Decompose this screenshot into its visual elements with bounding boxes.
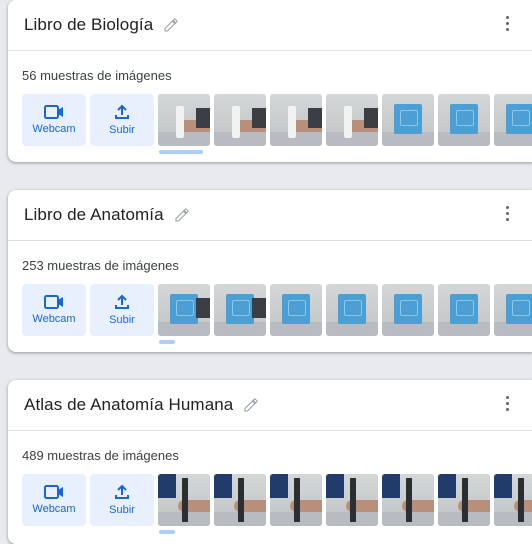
sample-thumbnail[interactable]	[326, 94, 378, 146]
sample-thumbnail[interactable]	[270, 474, 322, 526]
videocam-icon	[44, 295, 63, 309]
class-name[interactable]: Libro de Biología	[24, 15, 153, 35]
upload-icon	[115, 104, 129, 119]
thumbnail-strip	[158, 474, 532, 526]
sample-thumbnail[interactable]	[158, 94, 210, 146]
sample-thumbnail[interactable]	[494, 474, 532, 526]
sample-count: 56 muestras de imágenes	[22, 68, 172, 83]
pencil-icon[interactable]	[243, 397, 259, 413]
class-card-1: Libro de Biología 56 muestras de imágene…	[8, 0, 532, 162]
more-vert-icon[interactable]	[506, 396, 510, 414]
card-header: Libro de Anatomía	[8, 190, 532, 241]
sample-thumbnail[interactable]	[270, 284, 322, 336]
sample-thumbnail[interactable]	[382, 474, 434, 526]
horizontal-scrollbar[interactable]	[159, 530, 175, 534]
sample-thumbnail[interactable]	[494, 284, 532, 336]
webcam-label: Webcam	[32, 123, 76, 135]
thumbnail-strip	[158, 94, 532, 146]
sample-thumbnail[interactable]	[214, 94, 266, 146]
sample-thumbnail[interactable]	[438, 284, 490, 336]
horizontal-scrollbar[interactable]	[159, 150, 203, 154]
class-card-2: Libro de Anatomía 253 muestras de imágen…	[8, 190, 532, 352]
upload-button[interactable]: Subir	[90, 284, 154, 336]
sample-thumbnail[interactable]	[494, 94, 532, 146]
sample-thumbnail[interactable]	[382, 284, 434, 336]
class-name[interactable]: Atlas de Anatomía Humana	[24, 395, 233, 415]
pencil-icon[interactable]	[174, 207, 190, 223]
sample-thumbnail[interactable]	[214, 474, 266, 526]
card-header: Libro de Biología	[8, 0, 532, 51]
upload-label: Subir	[109, 314, 135, 326]
videocam-icon	[44, 485, 63, 499]
class-name[interactable]: Libro de Anatomía	[24, 205, 164, 225]
webcam-button[interactable]: Webcam	[22, 284, 86, 336]
sample-count: 253 muestras de imágenes	[22, 258, 179, 273]
videocam-icon	[44, 105, 63, 119]
more-vert-icon[interactable]	[506, 16, 510, 34]
sample-thumbnail[interactable]	[438, 94, 490, 146]
upload-label: Subir	[109, 124, 135, 136]
upload-label: Subir	[109, 504, 135, 516]
sample-thumbnail[interactable]	[326, 284, 378, 336]
samples-row: Webcam Subir	[22, 94, 532, 146]
webcam-button[interactable]: Webcam	[22, 474, 86, 526]
webcam-label: Webcam	[32, 503, 76, 515]
horizontal-scrollbar[interactable]	[159, 340, 175, 344]
sample-thumbnail[interactable]	[326, 474, 378, 526]
webcam-button[interactable]: Webcam	[22, 94, 86, 146]
upload-icon	[115, 294, 129, 309]
thumbnail-strip	[158, 284, 532, 336]
upload-icon	[115, 484, 129, 499]
more-vert-icon[interactable]	[506, 206, 510, 224]
card-header: Atlas de Anatomía Humana	[8, 380, 532, 431]
upload-button[interactable]: Subir	[90, 474, 154, 526]
samples-row: Webcam Subir	[22, 284, 532, 336]
sample-thumbnail[interactable]	[158, 284, 210, 336]
webcam-label: Webcam	[32, 313, 76, 325]
pencil-icon[interactable]	[163, 17, 179, 33]
sample-thumbnail[interactable]	[270, 94, 322, 146]
upload-button[interactable]: Subir	[90, 94, 154, 146]
class-card-3: Atlas de Anatomía Humana 489 muestras de…	[8, 380, 532, 544]
sample-count: 489 muestras de imágenes	[22, 448, 179, 463]
sample-thumbnail[interactable]	[158, 474, 210, 526]
sample-thumbnail[interactable]	[382, 94, 434, 146]
sample-thumbnail[interactable]	[438, 474, 490, 526]
sample-thumbnail[interactable]	[214, 284, 266, 336]
samples-row: Webcam Subir	[22, 474, 532, 526]
